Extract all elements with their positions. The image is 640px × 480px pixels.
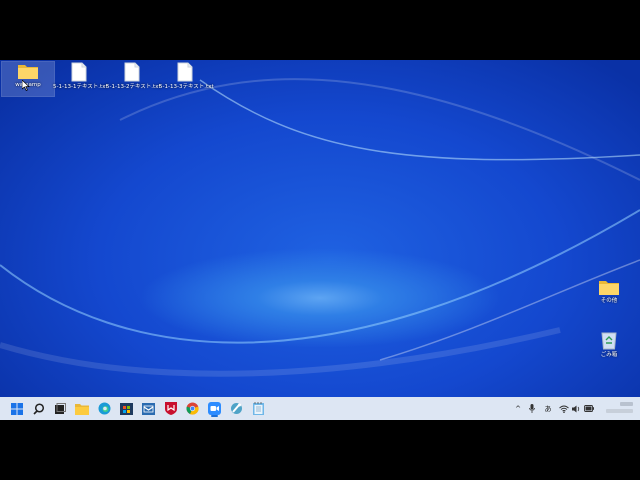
edge-button[interactable] xyxy=(96,400,113,417)
start-button[interactable] xyxy=(8,400,25,417)
chevron-up-icon: ^ xyxy=(515,404,521,413)
search-icon xyxy=(32,402,44,415)
desktop-icon-label: 5-1-13-3テキスト.txt xyxy=(159,84,214,90)
clock-blurred xyxy=(606,402,633,413)
folder-icon xyxy=(18,65,38,79)
battery-button[interactable] xyxy=(582,397,595,420)
mail-button[interactable] xyxy=(140,400,157,417)
task-view-icon xyxy=(54,402,66,414)
text-file-icon xyxy=(177,62,193,82)
folder-icon xyxy=(599,281,619,295)
microphone-button[interactable] xyxy=(526,397,538,420)
desktop-icon-label: ごみ箱 xyxy=(600,352,618,358)
show-hidden-icons-button[interactable]: ^ xyxy=(512,397,524,420)
tool-button[interactable] xyxy=(228,400,245,417)
store-icon xyxy=(120,402,133,415)
battery-icon xyxy=(583,405,594,412)
tool-icon xyxy=(231,403,242,414)
chrome-button[interactable] xyxy=(184,400,201,417)
zoom-icon xyxy=(208,402,221,415)
desktop-icon-text-file-2[interactable]: 5-1-13-2テキスト.txt xyxy=(106,62,161,91)
mail-icon xyxy=(142,402,155,415)
recycle-bin-icon xyxy=(601,332,617,350)
task-view-button[interactable] xyxy=(51,400,68,417)
chrome-icon xyxy=(186,402,199,415)
desktop-icon-label: その他 xyxy=(600,298,618,304)
volume-button[interactable] xyxy=(570,397,582,420)
desktop-icon-recycle-bin[interactable]: ごみ箱 xyxy=(583,330,635,359)
desktop-icon-text-file-3[interactable]: 5-1-13-3テキスト.txt xyxy=(159,62,214,91)
mcafee-icon xyxy=(164,402,177,415)
desktop-icon-text-file-1[interactable]: 5-1-13-1テキスト.txt xyxy=(53,62,108,91)
mcafee-button[interactable] xyxy=(162,400,179,417)
desktop[interactable]: wamamp 5-1-13-1テキスト.txt 5-1-13-2テキスト.txt… xyxy=(0,60,640,397)
desktop-icon-label: 5-1-13-2テキスト.txt xyxy=(106,84,161,90)
text-file-icon xyxy=(124,62,140,82)
active-app-indicator xyxy=(211,415,218,417)
file-explorer-icon xyxy=(74,403,89,415)
store-button[interactable] xyxy=(118,400,135,417)
desktop-icon-other-folder[interactable]: その他 xyxy=(583,278,635,305)
wallpaper-swirl xyxy=(0,78,640,377)
notepad-icon xyxy=(253,402,264,415)
clock[interactable] xyxy=(598,400,634,419)
search-button[interactable] xyxy=(30,400,47,417)
microphone-icon xyxy=(529,404,535,413)
file-explorer-button[interactable] xyxy=(73,400,90,417)
start-icon xyxy=(10,402,23,415)
text-file-icon xyxy=(71,62,87,82)
wifi-icon xyxy=(558,405,569,413)
ime-mode-button[interactable]: あ xyxy=(541,397,555,420)
desktop-icon-label: 5-1-13-1テキスト.txt xyxy=(53,84,108,90)
network-button[interactable] xyxy=(557,397,570,420)
edge-icon xyxy=(98,402,111,415)
taskbar: ^ あ xyxy=(0,397,640,420)
zoom-button[interactable] xyxy=(206,400,223,417)
ime-mode-indicator: あ xyxy=(544,404,552,413)
mouse-cursor-icon xyxy=(22,80,30,91)
notepad-button[interactable] xyxy=(250,400,267,417)
speaker-icon xyxy=(571,405,579,412)
